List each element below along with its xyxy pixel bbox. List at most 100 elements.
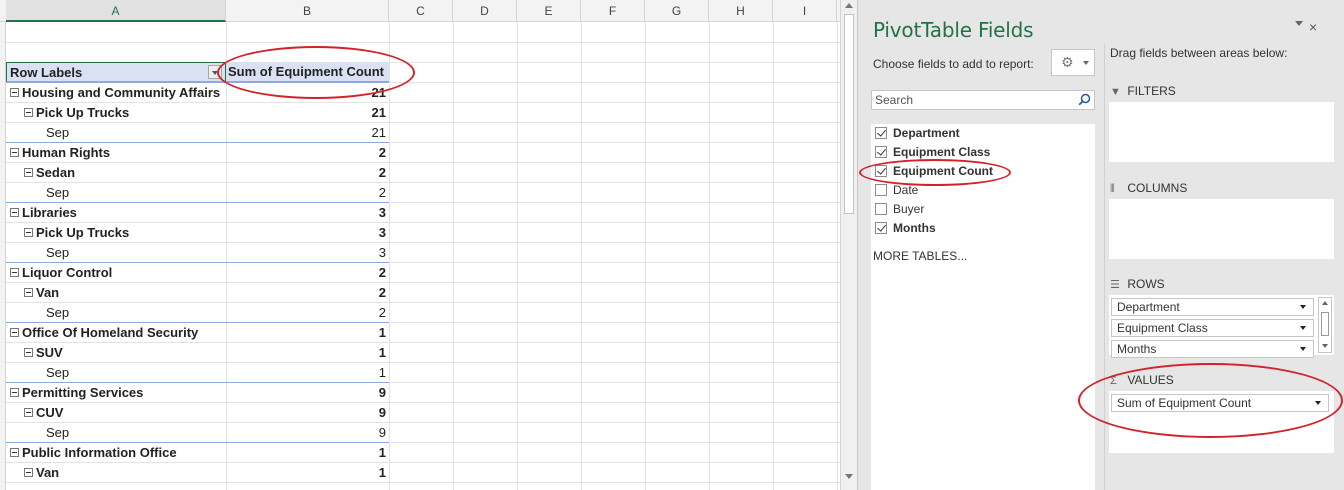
row-labels-filter-dropdown[interactable] bbox=[208, 65, 222, 79]
collapse-toggle-icon[interactable] bbox=[24, 408, 33, 417]
column-header-a[interactable]: A bbox=[6, 0, 226, 22]
columns-drop-zone[interactable] bbox=[1109, 199, 1334, 259]
pivot-row-value[interactable]: 9 bbox=[226, 403, 389, 423]
scroll-down-arrow-icon[interactable] bbox=[845, 474, 853, 479]
worksheet[interactable]: A B C D E F G H I Row Labels Sum of Equi… bbox=[0, 0, 840, 490]
pivot-row-value[interactable]: 9 bbox=[226, 383, 389, 403]
collapse-toggle-icon[interactable] bbox=[24, 468, 33, 477]
pivot-row-value[interactable]: 21 bbox=[226, 103, 389, 123]
rows-field-equipment-class[interactable]: Equipment Class bbox=[1111, 319, 1314, 337]
scrollbar-thumb[interactable] bbox=[844, 14, 854, 214]
field-checkbox[interactable] bbox=[875, 127, 887, 139]
pane-section-divider[interactable] bbox=[1104, 44, 1105, 490]
collapse-toggle-icon[interactable] bbox=[10, 388, 19, 397]
pivot-row-value[interactable]: 3 bbox=[226, 203, 389, 223]
scroll-down-arrow-icon[interactable] bbox=[1322, 344, 1328, 348]
chevron-down-icon[interactable] bbox=[1315, 401, 1321, 405]
pivot-row-value[interactable]: 2 bbox=[226, 283, 389, 303]
pivot-row-value[interactable]: 21 bbox=[226, 83, 389, 103]
chevron-down-icon[interactable] bbox=[1300, 347, 1306, 351]
rows-field-months[interactable]: Months bbox=[1111, 340, 1314, 358]
pivot-row-value[interactable]: 21 bbox=[226, 123, 389, 143]
pivot-row-value[interactable]: 1 bbox=[226, 343, 389, 363]
collapse-toggle-icon[interactable] bbox=[24, 168, 33, 177]
rows-field-department[interactable]: Department bbox=[1111, 298, 1314, 316]
collapse-toggle-icon[interactable] bbox=[10, 208, 19, 217]
scroll-up-arrow-icon[interactable] bbox=[845, 3, 853, 8]
rows-area-scrollbar[interactable] bbox=[1318, 297, 1332, 353]
scrollbar-thumb[interactable] bbox=[1321, 312, 1329, 336]
field-checkbox[interactable] bbox=[875, 184, 887, 196]
chevron-down-icon[interactable] bbox=[1300, 305, 1306, 309]
collapse-toggle-icon[interactable] bbox=[24, 228, 33, 237]
field-checkbox[interactable] bbox=[875, 146, 887, 158]
pivot-row-label[interactable]: Van bbox=[6, 283, 226, 303]
column-header-g[interactable]: G bbox=[645, 0, 709, 22]
pivot-row-label[interactable]: Sedan bbox=[6, 163, 226, 183]
pivot-row-value[interactable]: 1 bbox=[226, 363, 389, 383]
pivot-row-label[interactable]: Liquor Control bbox=[6, 263, 226, 283]
pivot-row-value[interactable]: 2 bbox=[226, 183, 389, 203]
search-input[interactable] bbox=[872, 91, 1062, 109]
pivot-row-value[interactable]: 2 bbox=[226, 143, 389, 163]
pivot-row-label[interactable]: Sep bbox=[6, 363, 226, 383]
pivot-row-label[interactable]: CUV bbox=[6, 403, 226, 423]
values-field-sum-of-equipment-count[interactable]: Sum of Equipment Count bbox=[1111, 394, 1329, 412]
field-label: Department bbox=[893, 126, 960, 140]
pane-options-chevron-down-icon[interactable] bbox=[1295, 21, 1303, 26]
pivot-row-label[interactable]: Housing and Community Affairs bbox=[6, 83, 226, 103]
pivot-row-value[interactable]: 3 bbox=[226, 243, 389, 263]
column-header-f[interactable]: F bbox=[581, 0, 645, 22]
close-icon[interactable]: × bbox=[1309, 19, 1317, 35]
column-header-b[interactable]: B bbox=[226, 0, 389, 22]
pivot-row-label[interactable]: Van bbox=[6, 463, 226, 483]
pivot-row-value[interactable]: 3 bbox=[226, 223, 389, 243]
pivot-row-label[interactable]: Sep bbox=[6, 303, 226, 323]
column-header-e[interactable]: E bbox=[517, 0, 581, 22]
column-header-c[interactable]: C bbox=[389, 0, 453, 22]
field-checkbox[interactable] bbox=[875, 203, 887, 215]
collapse-toggle-icon[interactable] bbox=[24, 348, 33, 357]
pivot-row-label[interactable]: Permitting Services bbox=[6, 383, 226, 403]
field-checkbox[interactable] bbox=[875, 222, 887, 234]
pivot-row-value[interactable]: 1 bbox=[226, 463, 389, 483]
pivot-row-label[interactable]: Sep bbox=[6, 423, 226, 443]
collapse-toggle-icon[interactable] bbox=[10, 88, 19, 97]
column-header-h[interactable]: H bbox=[709, 0, 773, 22]
pivot-row-label[interactable]: Sep bbox=[6, 183, 226, 203]
column-header-d[interactable]: D bbox=[453, 0, 517, 22]
pivot-row-label[interactable]: Office Of Homeland Security bbox=[6, 323, 226, 343]
collapse-toggle-icon[interactable] bbox=[10, 448, 19, 457]
row-labels-header[interactable]: Row Labels bbox=[6, 62, 226, 82]
pivot-row-label[interactable]: Public Information Office bbox=[6, 443, 226, 463]
column-header-i[interactable]: I bbox=[773, 0, 837, 22]
scroll-up-arrow-icon[interactable] bbox=[1322, 301, 1328, 305]
pivot-row-label[interactable]: Pick Up Trucks bbox=[6, 103, 226, 123]
collapse-toggle-icon[interactable] bbox=[24, 108, 33, 117]
filters-drop-zone[interactable] bbox=[1109, 102, 1334, 162]
vertical-scrollbar[interactable] bbox=[840, 0, 857, 490]
pivot-row-label[interactable]: Sep bbox=[6, 123, 226, 143]
value-field-header[interactable]: Sum of Equipment Count bbox=[226, 62, 389, 82]
field-search-box[interactable] bbox=[871, 90, 1095, 110]
pivot-row-value[interactable]: 1 bbox=[226, 323, 389, 343]
field-checkbox[interactable] bbox=[875, 165, 887, 177]
pivot-row-value[interactable]: 2 bbox=[226, 263, 389, 283]
pivot-row-value[interactable]: 2 bbox=[226, 163, 389, 183]
pivot-row-label[interactable]: Pick Up Trucks bbox=[6, 223, 226, 243]
collapse-toggle-icon[interactable] bbox=[10, 328, 19, 337]
pivot-row-label[interactable]: Sep bbox=[6, 243, 226, 263]
chevron-down-icon[interactable] bbox=[1300, 326, 1306, 330]
collapse-toggle-icon[interactable] bbox=[10, 148, 19, 157]
field-list-settings-button[interactable]: ⚙ bbox=[1051, 49, 1095, 76]
pivot-row-value[interactable]: 2 bbox=[226, 303, 389, 323]
search-icon[interactable] bbox=[1078, 93, 1091, 106]
pivot-row-label[interactable]: SUV bbox=[6, 343, 226, 363]
pivot-row-label[interactable]: Libraries bbox=[6, 203, 226, 223]
more-tables-link[interactable]: MORE TABLES... bbox=[873, 249, 967, 263]
pivot-row-value[interactable]: 1 bbox=[226, 443, 389, 463]
pivot-row-label[interactable]: Human Rights bbox=[6, 143, 226, 163]
pivot-row-value[interactable]: 9 bbox=[226, 423, 389, 443]
collapse-toggle-icon[interactable] bbox=[10, 268, 19, 277]
collapse-toggle-icon[interactable] bbox=[24, 288, 33, 297]
